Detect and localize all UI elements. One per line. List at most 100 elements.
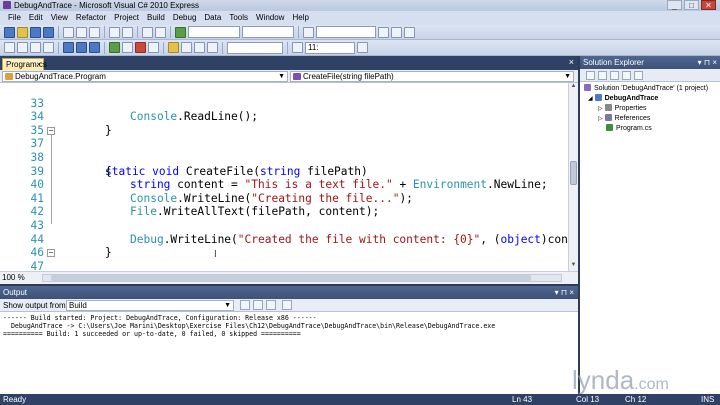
clear-all-icon[interactable]	[266, 300, 276, 310]
code-line: 42	[0, 192, 568, 218]
view-designer-icon[interactable]	[634, 70, 643, 80]
save-icon[interactable]	[30, 26, 41, 38]
outdent-icon[interactable]	[43, 42, 54, 53]
menu-window[interactable]: Window	[252, 11, 288, 25]
code-editor[interactable]: 33 Console.ReadLine(); 34 } 35 37 − stat…	[0, 83, 568, 271]
navigate-back-icon[interactable]	[142, 26, 153, 38]
goto-message-icon[interactable]	[240, 300, 250, 310]
expand-icon[interactable]: ▷	[598, 106, 603, 112]
platform-combo[interactable]	[242, 26, 294, 38]
tree-item-references[interactable]: ▷ References	[598, 114, 650, 124]
solution-config-combo[interactable]	[188, 26, 240, 38]
navigation-bar: DebugAndTrace.Program ▼ CreateFile(strin…	[0, 70, 578, 83]
expand-icon[interactable]: ▷	[598, 116, 603, 122]
output-text-area[interactable]: ------ Build started: Project: DebugAndT…	[0, 312, 578, 394]
member-combo[interactable]: CreateFile(string filePath) ▼	[290, 71, 574, 82]
new-project-icon[interactable]	[4, 26, 15, 38]
tab-program-cs[interactable]: Program.cs ×	[2, 58, 47, 70]
step-out-icon[interactable]	[207, 42, 218, 53]
open-file-icon[interactable]	[17, 26, 28, 38]
scroll-down-icon[interactable]: ▼	[569, 262, 578, 271]
process-combo[interactable]	[227, 41, 283, 54]
menu-edit[interactable]: Edit	[25, 11, 47, 25]
status-text: Ready	[3, 395, 27, 404]
status-insert-mode: INS	[701, 395, 715, 404]
menu-help[interactable]: Help	[288, 11, 312, 25]
scroll-thumb[interactable]	[51, 275, 531, 281]
tab-close-icon[interactable]: ×	[36, 59, 41, 70]
pane-controls[interactable]: ▾ ⊓ ×	[698, 56, 717, 69]
menu-data[interactable]: Data	[200, 11, 225, 25]
collapse-icon[interactable]: −	[47, 249, 55, 258]
zoom-level[interactable]: 100 %	[2, 273, 36, 283]
tree-item-project[interactable]: ◢ DebugAndTrace	[588, 94, 658, 104]
step-over-icon[interactable]	[194, 42, 205, 53]
comment-icon[interactable]	[4, 42, 15, 53]
continue-icon[interactable]	[109, 42, 120, 53]
maximize-button[interactable]: □	[684, 0, 699, 10]
step-into-icon[interactable]	[181, 42, 192, 53]
collapse-icon[interactable]: ◢	[588, 96, 593, 102]
view-code-icon[interactable]	[622, 70, 631, 80]
solution-explorer-icon[interactable]	[378, 26, 389, 38]
type-combo[interactable]: DebugAndTrace.Program ▼	[2, 71, 288, 82]
find-icon[interactable]	[303, 26, 314, 38]
tree-item-label: Program.cs	[616, 125, 652, 132]
menu-project[interactable]: Project	[110, 11, 143, 25]
uncomment-icon[interactable]	[17, 42, 28, 53]
prev-message-icon[interactable]	[253, 300, 263, 310]
undo-icon[interactable]	[109, 26, 120, 38]
thread-icon[interactable]	[292, 42, 303, 53]
editor-vertical-scrollbar[interactable]: ▲ ▼	[568, 83, 578, 271]
title-bar: DebugAndTrace - Microsoft Visual C# 2010…	[0, 0, 720, 11]
code-line: 34 }	[0, 97, 568, 137]
show-all-files-icon[interactable]	[598, 70, 607, 80]
paste-icon[interactable]	[89, 26, 100, 38]
tree-item-solution[interactable]: Solution 'DebugAndTrace' (1 project)	[584, 84, 708, 94]
show-next-statement-icon[interactable]	[168, 42, 179, 53]
break-all-icon[interactable]	[122, 42, 133, 53]
menu-refactor[interactable]: Refactor	[72, 11, 110, 25]
indent-icon[interactable]	[30, 42, 41, 53]
show-output-from-combo[interactable]: Build ▼	[66, 300, 234, 311]
find-combo[interactable]	[316, 26, 376, 38]
close-document-icon[interactable]: ×	[569, 57, 574, 67]
toolbar-separator	[58, 41, 59, 54]
refresh-icon[interactable]	[610, 70, 619, 80]
menu-debug[interactable]: Debug	[169, 11, 201, 25]
stack-frame-icon[interactable]	[357, 42, 368, 53]
start-debugging-icon[interactable]	[175, 26, 186, 38]
collapse-icon[interactable]: −	[47, 126, 55, 135]
copy-icon[interactable]	[76, 26, 87, 38]
code-line: 40 Console.WriteLine("Creating the file.…	[0, 165, 568, 205]
pane-controls[interactable]: ▾ ⊓ ×	[555, 286, 574, 299]
properties-icon[interactable]	[391, 26, 402, 38]
scroll-up-icon[interactable]: ▲	[569, 83, 578, 92]
menu-tools[interactable]: Tools	[225, 11, 252, 25]
toolbar-separator	[287, 41, 288, 54]
minimize-button[interactable]: _	[667, 0, 682, 10]
close-button[interactable]: ✕	[701, 0, 716, 10]
tree-item-properties[interactable]: ▷ Properties	[598, 104, 647, 114]
next-bookmark-icon[interactable]	[89, 42, 100, 53]
menu-view[interactable]: View	[47, 11, 72, 25]
stop-debugging-icon[interactable]	[135, 42, 146, 53]
toolbox-icon[interactable]	[404, 26, 415, 38]
save-all-icon[interactable]	[43, 26, 54, 38]
status-char: Ch 12	[625, 395, 647, 404]
editor-horizontal-scrollbar[interactable]	[42, 274, 562, 282]
bookmark-icon[interactable]	[63, 42, 74, 53]
restart-icon[interactable]	[148, 42, 159, 53]
properties-icon[interactable]	[586, 70, 595, 80]
navigate-forward-icon[interactable]	[155, 26, 166, 38]
tree-item-program-cs[interactable]: Program.cs	[606, 124, 652, 134]
status-line: Ln 43	[512, 395, 533, 404]
scroll-thumb[interactable]	[570, 161, 577, 185]
word-wrap-icon[interactable]	[282, 300, 292, 310]
redo-icon[interactable]	[122, 26, 133, 38]
cut-icon[interactable]	[63, 26, 74, 38]
menu-build[interactable]: Build	[143, 11, 169, 25]
line-combo[interactable]: 11:	[305, 41, 355, 54]
prev-bookmark-icon[interactable]	[76, 42, 87, 53]
menu-file[interactable]: File	[4, 11, 25, 25]
